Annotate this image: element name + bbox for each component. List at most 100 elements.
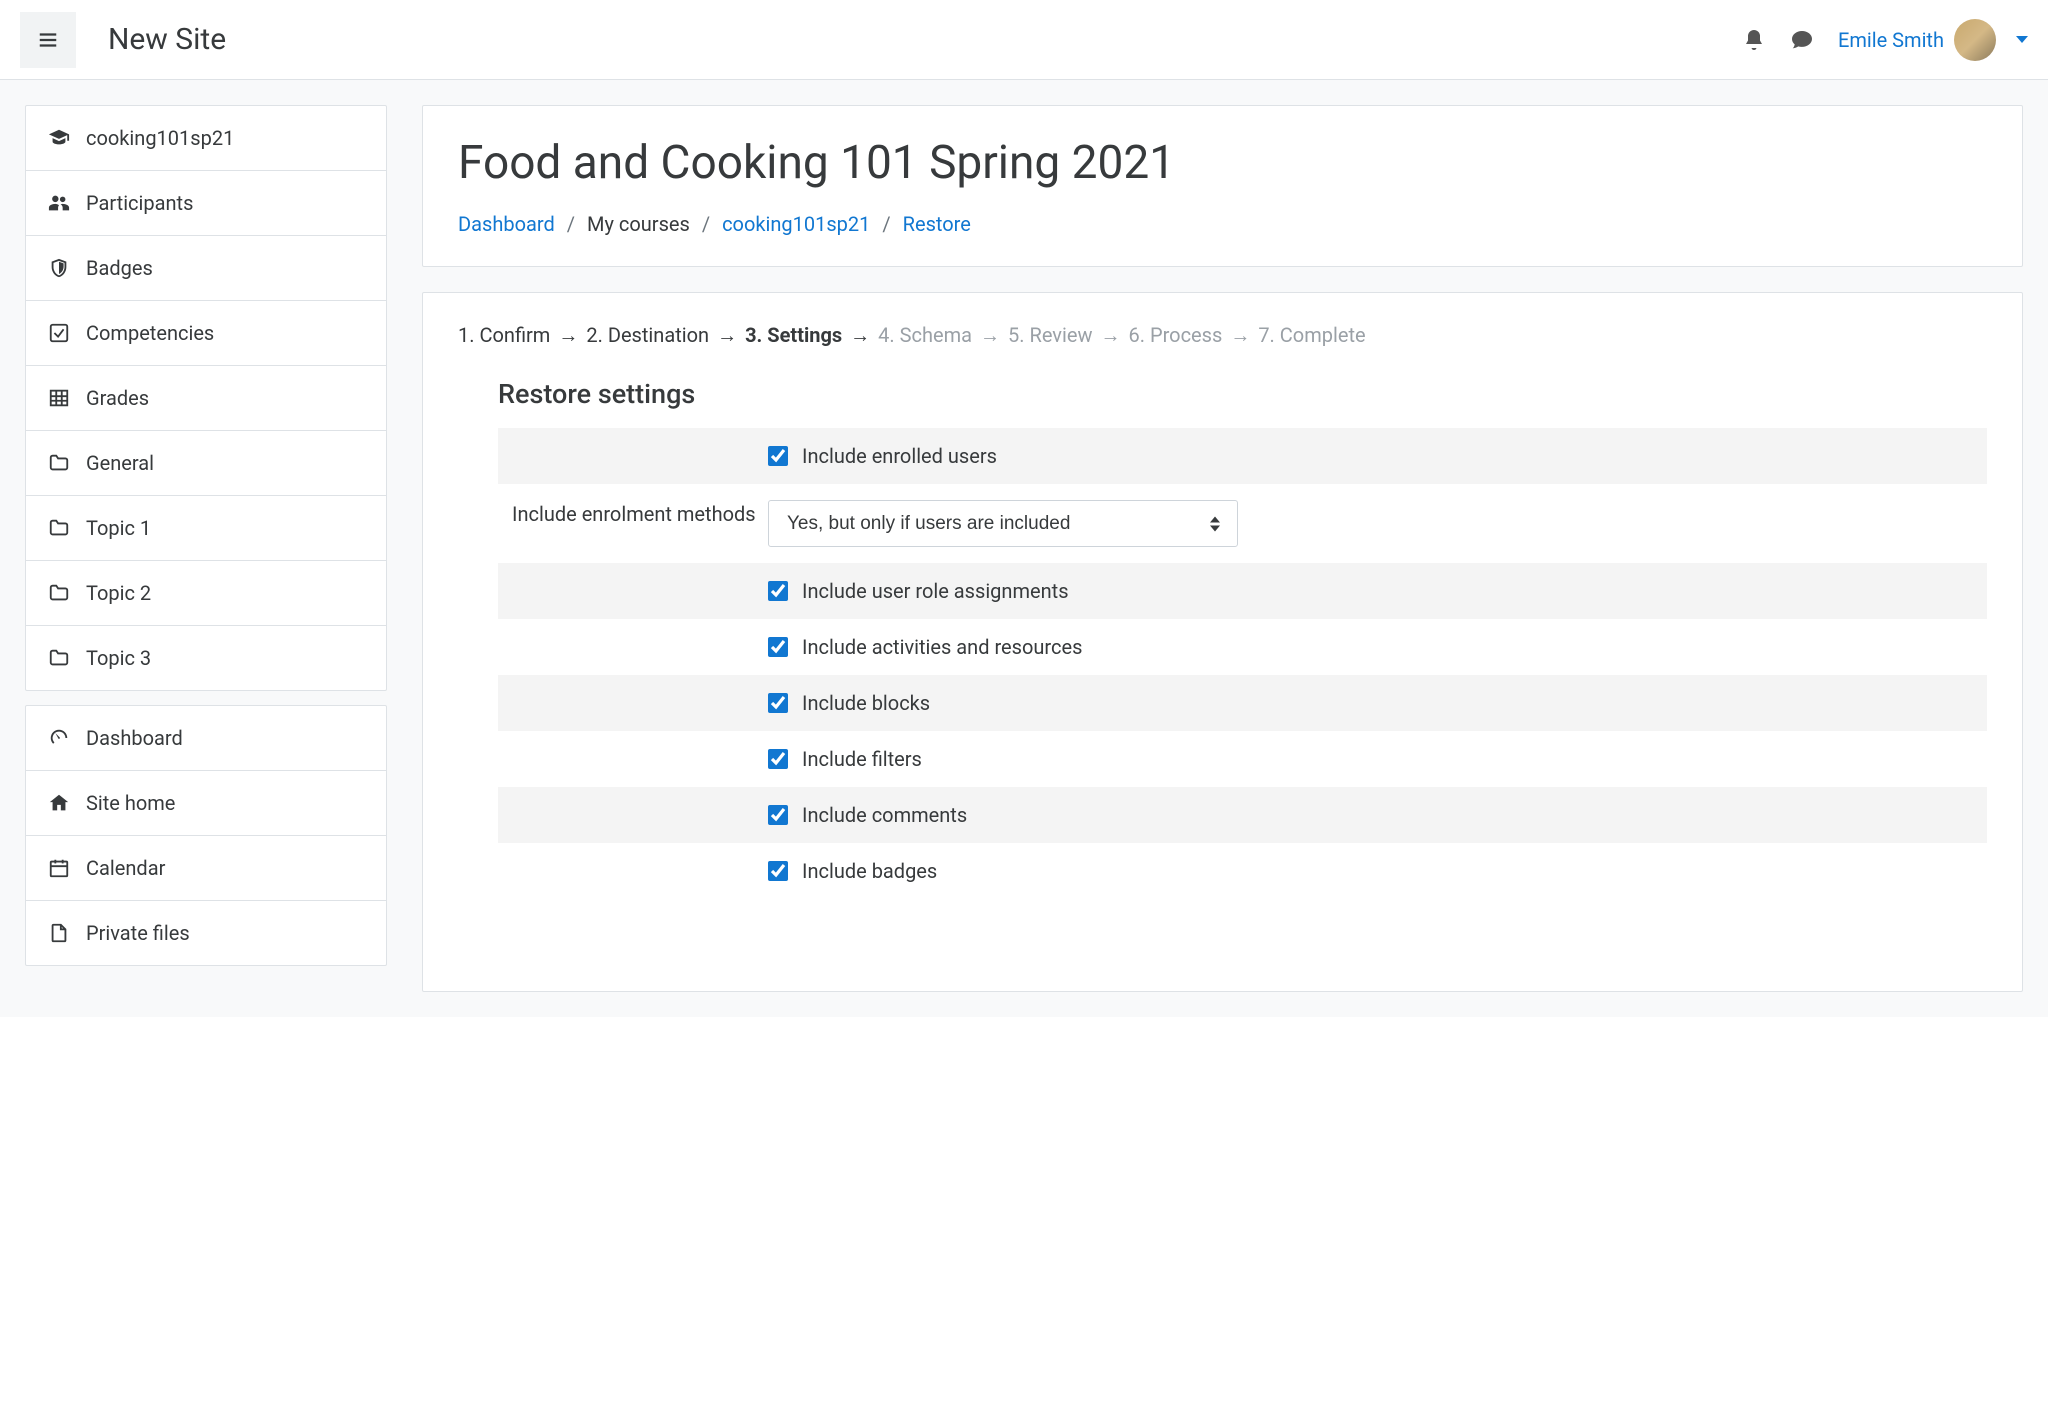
step-1: 1. Confirm xyxy=(458,323,550,348)
shield-icon xyxy=(48,257,70,279)
setting-row-control: Include badges xyxy=(768,859,1973,883)
check-square-icon xyxy=(48,322,70,344)
enrolment-methods-select[interactable]: Yes, but only if users are included xyxy=(768,500,1238,547)
nav-block-site: Dashboard Site home Calendar Private files xyxy=(25,705,387,966)
setting-row: Include activities and resources xyxy=(498,619,1987,675)
file-icon xyxy=(48,922,70,944)
breadcrumb-course[interactable]: cooking101sp21 xyxy=(722,212,870,236)
step-arrow: → xyxy=(846,323,874,348)
breadcrumb-sep: / xyxy=(878,212,894,236)
sidebar-item-calendar[interactable]: Calendar xyxy=(26,836,386,901)
graduation-cap-icon xyxy=(48,127,70,149)
sidebar-item-label: Topic 3 xyxy=(86,646,151,670)
site-name[interactable]: New Site xyxy=(108,22,226,57)
setting-row-label xyxy=(512,635,768,659)
setting-row-control: Include filters xyxy=(768,747,1973,771)
setting-label: Include badges xyxy=(802,859,937,883)
setting-checkbox[interactable] xyxy=(768,693,788,713)
sidebar-item-site-home[interactable]: Site home xyxy=(26,771,386,836)
step-4: 4. Schema xyxy=(878,323,972,348)
sidebar-item-competencies[interactable]: Competencies xyxy=(26,301,386,366)
header-right: Emile Smith xyxy=(1742,19,2028,61)
breadcrumb-dashboard[interactable]: Dashboard xyxy=(458,212,555,236)
sidebar-item-label: Topic 1 xyxy=(86,516,151,540)
breadcrumb-restore[interactable]: Restore xyxy=(903,212,971,236)
setting-checkbox[interactable] xyxy=(768,805,788,825)
setting-checkbox[interactable] xyxy=(768,581,788,601)
sidebar-item-participants[interactable]: Participants xyxy=(26,171,386,236)
setting-checkbox[interactable] xyxy=(768,637,788,657)
setting-row-label xyxy=(512,444,768,468)
sidebar-item-grades[interactable]: Grades xyxy=(26,366,386,431)
folder-icon xyxy=(48,517,70,539)
user-menu[interactable]: Emile Smith xyxy=(1838,19,2028,61)
caret-down-icon xyxy=(2016,36,2028,43)
folder-icon xyxy=(48,582,70,604)
step-arrow: → xyxy=(1097,323,1125,348)
folder-icon xyxy=(48,647,70,669)
breadcrumb-sep: / xyxy=(563,212,579,236)
main-content: Food and Cooking 101 Spring 2021 Dashboa… xyxy=(412,80,2048,1017)
sidebar-item-private-files[interactable]: Private files xyxy=(26,901,386,965)
sidebar-item-badges[interactable]: Badges xyxy=(26,236,386,301)
setting-label: Include user role assignments xyxy=(802,579,1069,603)
sidebar-item-general[interactable]: General xyxy=(26,431,386,496)
setting-checkbox[interactable] xyxy=(768,861,788,881)
step-arrow: → xyxy=(554,323,582,348)
tachometer-icon xyxy=(48,727,70,749)
enrolment-methods-control: Yes, but only if users are included xyxy=(768,500,1973,547)
sidebar-item-label: cooking101sp21 xyxy=(86,126,234,150)
setting-checkbox[interactable] xyxy=(768,446,788,466)
sidebar-item-label: Calendar xyxy=(86,856,165,880)
step-6: 6. Process xyxy=(1129,323,1223,348)
breadcrumb-sep: / xyxy=(698,212,714,236)
table-icon xyxy=(48,387,70,409)
sidebar-item-label: Grades xyxy=(86,386,149,410)
setting-label: Include enrolled users xyxy=(802,444,997,468)
content-card: 1. Confirm→2. Destination→3. Settings→4.… xyxy=(422,292,2023,992)
setting-label: Include comments xyxy=(802,803,967,827)
step-arrow: → xyxy=(976,323,1004,348)
setting-row-label xyxy=(512,803,768,827)
header-left: New Site xyxy=(20,12,226,68)
home-icon xyxy=(48,792,70,814)
step-7: 7. Complete xyxy=(1258,323,1365,348)
bell-icon[interactable] xyxy=(1742,28,1766,52)
enrolment-methods-select-wrap: Yes, but only if users are included xyxy=(768,500,1238,547)
chat-icon[interactable] xyxy=(1790,28,1814,52)
step-5: 5. Review xyxy=(1008,323,1092,348)
hamburger-icon xyxy=(37,29,59,51)
sidebar-item-topic-2[interactable]: Topic 2 xyxy=(26,561,386,626)
setting-row-control: Include comments xyxy=(768,803,1973,827)
setting-row-label xyxy=(512,691,768,715)
setting-label: Include filters xyxy=(802,747,922,771)
setting-row-control: Include activities and resources xyxy=(768,635,1973,659)
page-title: Food and Cooking 101 Spring 2021 xyxy=(458,136,1987,190)
nav-block-course: cooking101sp21 Participants BadgesCompeten… xyxy=(25,105,387,691)
step-arrow: → xyxy=(713,323,741,348)
setting-row: Include user role assignments xyxy=(498,563,1987,619)
setting-checkbox[interactable] xyxy=(768,749,788,769)
user-name: Emile Smith xyxy=(1838,28,1944,52)
enrolment-methods-row: Include enrolment methodsYes, but only i… xyxy=(498,484,1987,563)
step-arrow: → xyxy=(1226,323,1254,348)
setting-row: Include blocks xyxy=(498,675,1987,731)
step-2: 2. Destination xyxy=(586,323,709,348)
sidebar-item-label: General xyxy=(86,451,154,475)
sidebar-item-topic-1[interactable]: Topic 1 xyxy=(26,496,386,561)
stepper: 1. Confirm→2. Destination→3. Settings→4.… xyxy=(458,323,1987,348)
enrolment-methods-label: Include enrolment methods xyxy=(512,500,768,547)
setting-row: Include filters xyxy=(498,731,1987,787)
setting-label: Include activities and resources xyxy=(802,635,1082,659)
calendar-icon xyxy=(48,857,70,879)
hamburger-menu-button[interactable] xyxy=(20,12,76,68)
sidebar: cooking101sp21 Participants BadgesCompeten… xyxy=(0,80,412,1017)
sidebar-item-label: Participants xyxy=(86,191,193,215)
setting-row-label xyxy=(512,579,768,603)
sidebar-item-topic-3[interactable]: Topic 3 xyxy=(26,626,386,690)
sidebar-item-cooking101sp21[interactable]: cooking101sp21 xyxy=(26,106,386,171)
setting-row-control: Include enrolled users xyxy=(768,444,1973,468)
sidebar-item-label: Site home xyxy=(86,791,175,815)
setting-row-label xyxy=(512,747,768,771)
sidebar-item-dashboard[interactable]: Dashboard xyxy=(26,706,386,771)
